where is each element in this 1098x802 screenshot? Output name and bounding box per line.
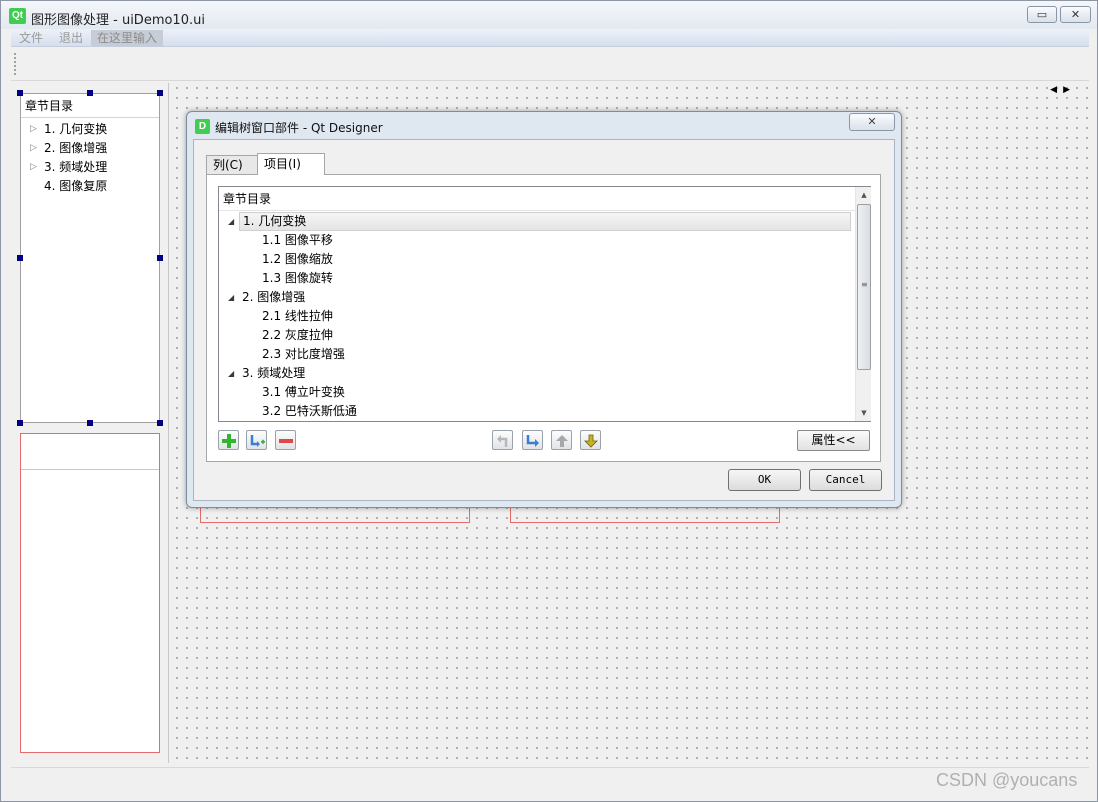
toolbar-grip-handle[interactable] bbox=[14, 53, 17, 75]
move-item-up-button[interactable] bbox=[551, 430, 572, 450]
tree-item-label: 2.3 对比度增强 bbox=[262, 347, 345, 361]
selection-handle[interactable] bbox=[17, 90, 23, 96]
ok-button[interactable]: OK bbox=[728, 469, 801, 491]
tree-item[interactable]: ▷ 3. 频域处理 bbox=[21, 158, 159, 177]
minimize-button[interactable]: ▭ bbox=[1027, 6, 1057, 23]
selection-handle[interactable] bbox=[17, 420, 23, 426]
tree-item-label: 1.3 图像旋转 bbox=[262, 271, 333, 285]
tree-item[interactable]: 2.1 线性拉伸 bbox=[219, 307, 855, 326]
tree-item-label: 2. 图像增强 bbox=[44, 141, 108, 155]
tree-item[interactable]: 3.1 傅立叶变换 bbox=[219, 383, 855, 402]
title-bar: Qt 图形图像处理 - uiDemo10.ui ▭ ✕ bbox=[1, 1, 1097, 29]
menu-bar: 文件 退出 在这里输入 bbox=[11, 29, 1089, 47]
collapse-arrow-icon[interactable]: ◢ bbox=[228, 212, 234, 231]
arrow-down-icon bbox=[584, 434, 598, 448]
expand-arrow-icon[interactable]: ▷ bbox=[30, 120, 37, 139]
menu-type-here[interactable]: 在这里输入 bbox=[91, 30, 164, 46]
arrow-up-icon bbox=[556, 435, 568, 447]
items-tree-header[interactable]: 章节目录 bbox=[219, 187, 855, 211]
tab-columns[interactable]: 列(C) bbox=[206, 155, 258, 174]
delete-item-button[interactable] bbox=[275, 430, 296, 450]
left-dock: 章节目录 ▷ 1. 几何变换 ▷ 2. 图像增强 ▷ 3. 频域处理 4. 图像… bbox=[11, 83, 169, 763]
tree-item-label: 3. 频域处理 bbox=[44, 160, 108, 174]
layout-placeholder-widget[interactable] bbox=[20, 433, 160, 753]
properties-button[interactable]: 属性<< bbox=[797, 430, 870, 451]
tab-scroll-arrows-icon[interactable]: ◀▶ bbox=[1050, 85, 1076, 95]
tree-item[interactable]: 2.2 灰度拉伸 bbox=[219, 326, 855, 345]
chapter-tree-widget[interactable]: 章节目录 ▷ 1. 几何变换 ▷ 2. 图像增强 ▷ 3. 频域处理 4. 图像… bbox=[20, 93, 160, 423]
selection-handle[interactable] bbox=[17, 255, 23, 261]
move-item-down-button[interactable] bbox=[580, 430, 601, 450]
menu-exit[interactable]: 退出 bbox=[53, 30, 89, 46]
edit-tree-widget-dialog: D 编辑树窗口部件 - Qt Designer ✕ 列(C) 项目(I) 章节目… bbox=[186, 111, 902, 508]
scrollbar-thumb[interactable]: ≡ bbox=[857, 204, 871, 370]
scroll-down-arrow-icon[interactable]: ▼ bbox=[856, 405, 872, 421]
watermark: CSDN @youcans bbox=[936, 770, 1078, 790]
selection-handle[interactable] bbox=[157, 420, 163, 426]
placeholder-header bbox=[21, 434, 159, 470]
scroll-grip-icon: ≡ bbox=[861, 280, 868, 289]
tree-item-label: 1. 几何变换 bbox=[239, 212, 851, 231]
tree-item-label: 3.2 巴特沃斯低通 bbox=[262, 404, 357, 418]
status-bar bbox=[11, 767, 1089, 795]
dialog-body: 列(C) 项目(I) 章节目录 ◢ 1. 几何变换 1.1 图像平移 1.2 图… bbox=[193, 139, 895, 501]
tree-item-label: 2.1 线性拉伸 bbox=[262, 309, 333, 323]
new-item-button[interactable] bbox=[218, 430, 239, 450]
toolbar bbox=[11, 48, 1089, 81]
tree-item[interactable]: ◢ 2. 图像增强 bbox=[219, 288, 855, 307]
selection-handle[interactable] bbox=[87, 420, 93, 426]
designer-icon: D bbox=[195, 119, 210, 134]
dialog-title: 编辑树窗口部件 - Qt Designer bbox=[215, 121, 383, 135]
tree-item-label: 1. 几何变换 bbox=[44, 122, 108, 136]
collapse-arrow-icon[interactable]: ◢ bbox=[228, 364, 234, 383]
tree-item[interactable]: 2.3 对比度增强 bbox=[219, 345, 855, 364]
tree-item[interactable]: ▷ 1. 几何变换 bbox=[21, 120, 159, 139]
scroll-up-arrow-icon[interactable]: ▲ bbox=[856, 187, 872, 203]
tree-item-label: 3. 频域处理 bbox=[242, 366, 306, 380]
tree-item[interactable]: 1.3 图像旋转 bbox=[219, 269, 855, 288]
expand-arrow-icon[interactable]: ▷ bbox=[30, 158, 37, 177]
qt-logo-icon: Qt bbox=[9, 8, 26, 24]
menu-file[interactable]: 文件 bbox=[13, 30, 49, 46]
plus-icon bbox=[222, 434, 236, 448]
selection-handle[interactable] bbox=[157, 255, 163, 261]
add-subitem-icon bbox=[250, 435, 265, 447]
tree-item-label: 2.2 灰度拉伸 bbox=[262, 328, 333, 342]
tree-item[interactable]: 1.1 图像平移 bbox=[219, 231, 855, 250]
close-button[interactable]: ✕ bbox=[1060, 6, 1091, 23]
tree-item[interactable]: 4. 图像复原 bbox=[21, 177, 159, 196]
tree-header[interactable]: 章节目录 bbox=[21, 94, 159, 118]
tree-item-label: 4. 图像复原 bbox=[44, 179, 108, 193]
tree-item[interactable]: ◢ 1. 几何变换 bbox=[219, 212, 855, 231]
items-tab-panel: 章节目录 ◢ 1. 几何变换 1.1 图像平移 1.2 图像缩放 1.3 图像旋… bbox=[206, 174, 881, 462]
tree-item-label: 1.1 图像平移 bbox=[262, 233, 333, 247]
dialog-title-bar: D 编辑树窗口部件 - Qt Designer ✕ bbox=[187, 112, 901, 140]
move-left-icon bbox=[497, 435, 508, 447]
selection-handle[interactable] bbox=[157, 90, 163, 96]
tree-item[interactable]: 3.2 巴特沃斯低通 bbox=[219, 402, 855, 421]
window-title: 图形图像处理 - uiDemo10.ui bbox=[31, 13, 205, 28]
tree-item[interactable]: ◢ 3. 频域处理 bbox=[219, 364, 855, 383]
tree-item[interactable]: 1.2 图像缩放 bbox=[219, 250, 855, 269]
move-item-left-button[interactable] bbox=[492, 430, 513, 450]
dialog-close-button[interactable]: ✕ bbox=[849, 113, 895, 131]
selection-handle[interactable] bbox=[87, 90, 93, 96]
tree-item-label: 1.2 图像缩放 bbox=[262, 252, 333, 266]
cancel-button[interactable]: Cancel bbox=[809, 469, 882, 491]
tab-items[interactable]: 项目(I) bbox=[257, 153, 325, 175]
expand-arrow-icon[interactable]: ▷ bbox=[30, 139, 37, 158]
move-right-icon bbox=[526, 435, 539, 447]
tree-item[interactable]: ▷ 2. 图像增强 bbox=[21, 139, 159, 158]
collapse-arrow-icon[interactable]: ◢ bbox=[228, 288, 234, 307]
minus-icon bbox=[279, 439, 293, 443]
tree-item-label: 2. 图像增强 bbox=[242, 290, 306, 304]
tree-item-label: 3.1 傅立叶变换 bbox=[262, 385, 345, 399]
move-item-right-button[interactable] bbox=[522, 430, 543, 450]
vertical-scrollbar[interactable]: ▲ ≡ ▼ bbox=[855, 187, 871, 421]
items-tree-view[interactable]: 章节目录 ◢ 1. 几何变换 1.1 图像平移 1.2 图像缩放 1.3 图像旋… bbox=[218, 186, 871, 422]
new-subitem-button[interactable] bbox=[246, 430, 267, 450]
